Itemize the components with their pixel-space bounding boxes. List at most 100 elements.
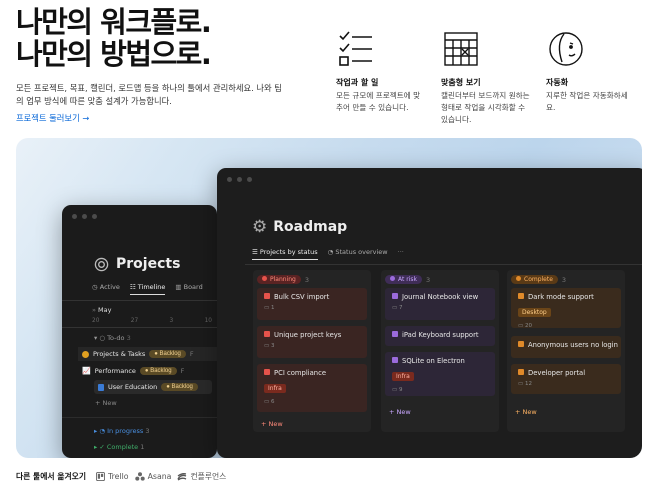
new-card-button[interactable]: + New <box>515 408 537 416</box>
tab-label: Projects by status <box>259 248 318 256</box>
timeline-row[interactable]: 📈 Performance ● Backlog F <box>78 364 217 378</box>
new-row-button[interactable]: + New <box>95 399 117 407</box>
status-pill[interactable]: Complete <box>511 275 558 284</box>
trello-icon <box>96 472 105 481</box>
feature-views: 맞춤형 보기 캘린더부터 보드까지 원하는 형태로 작업을 시각화할 수 있습니… <box>441 28 541 125</box>
card-icon <box>518 341 524 347</box>
feature-title: 작업과 할 일 <box>336 78 379 87</box>
tab-timeline[interactable]: ☷ Timeline <box>129 283 166 295</box>
roadmap-card[interactable]: Developer portal ▭ 12 <box>511 364 621 394</box>
group-in-progress[interactable]: ▸ ◔ In progress 3 <box>94 427 149 435</box>
new-label: New <box>396 408 411 416</box>
card-tag: Infra <box>392 372 414 381</box>
roadmap-card[interactable]: PCI compliance Infra ▭ 6 <box>257 364 367 412</box>
card-icon <box>264 369 270 375</box>
timeline-row[interactable]: Projects & Tasks ● Backlog F <box>78 347 217 361</box>
target-icon <box>94 257 109 271</box>
hero-title: 나만의 워크플로. 나만의 방법으로. <box>16 6 316 70</box>
status-dot-icon <box>262 276 267 281</box>
board-column: At risk 3 Journal Notebook view ▭ 7 iPad Key… <box>381 270 499 432</box>
group-label: To-do <box>107 334 125 342</box>
migrate-bar: 다른 툴에서 옮겨오기 Trello Asana 컨플루언스 <box>16 471 226 482</box>
roadmap-card[interactable]: iPad Keyboard support <box>385 326 495 346</box>
column-header: Complete 3 <box>511 275 566 284</box>
divider <box>245 264 642 265</box>
card-comments: ▭ 6 <box>264 399 360 405</box>
chart-icon: 📈 <box>82 368 91 375</box>
card-tag: Desktop <box>518 308 551 317</box>
card-icon <box>392 357 398 363</box>
tab-active[interactable]: ◷ Active <box>92 283 120 295</box>
status-label: Planning <box>270 276 296 283</box>
group-todo[interactable]: ▾ ○ To-do 3 <box>94 334 131 342</box>
card-title: Journal Notebook view <box>402 293 479 301</box>
row-label: Projects & Tasks <box>93 350 146 358</box>
feature-desc-line: 지루한 작업은 자동화하세 <box>546 91 628 100</box>
gear-icon: ⚙ <box>252 217 268 236</box>
checklist-icon <box>339 31 372 66</box>
timeline-icon: ☷ <box>129 283 138 291</box>
group-complete[interactable]: ▸ ✓ Complete 1 <box>94 443 144 451</box>
roadmap-card[interactable]: Dark mode support Desktop ▭ 20 <box>511 288 621 329</box>
comment-count: 20 <box>524 323 532 329</box>
tab-board[interactable]: ▥ Board <box>175 283 202 295</box>
card-title: Dark mode support <box>528 293 594 301</box>
status-badge: ● Backlog <box>149 350 186 358</box>
confluence-link[interactable]: 컨플루언스 <box>177 471 226 482</box>
comment-count: 7 <box>398 305 403 311</box>
comment-icon: ▭ <box>392 305 399 311</box>
status-badge: ● Backlog <box>161 383 198 391</box>
new-label: New <box>268 420 283 428</box>
status-dot-icon <box>390 276 395 281</box>
badge-text: Backlog <box>171 384 193 390</box>
trello-link[interactable]: Trello <box>96 472 129 481</box>
roadmap-card[interactable]: Bulk CSV import ▭ 1 <box>257 288 367 320</box>
comment-count: 12 <box>524 381 532 387</box>
roadmap-card[interactable]: Unique project keys ▭ 3 <box>257 326 367 358</box>
timeline-bar[interactable]: User Education ● Backlog <box>94 380 212 394</box>
new-card-button[interactable]: + New <box>261 420 283 428</box>
card-comments: ▭ 12 <box>518 381 614 387</box>
comment-count: 9 <box>398 387 403 393</box>
column-header: Planning 3 <box>257 275 309 284</box>
card-title: Unique project keys <box>274 331 342 339</box>
feature-title: 자동화 <box>546 78 569 87</box>
card-title: PCI compliance <box>274 369 327 377</box>
automation-face-icon <box>549 32 583 66</box>
feature-desc: 캘린더부터 보드까지 원하는 형태로 작업을 시각화할 수 있습니다. <box>441 90 541 125</box>
feature-desc: 지루한 작업은 자동화하세 요. <box>546 90 638 114</box>
date-label: 3 <box>169 318 174 324</box>
hero-description-line1: 모든 프로젝트, 목표, 캘린더, 로드맵 등을 하나의 툴에서 관리하세요. … <box>16 83 282 93</box>
group-count: 1 <box>140 443 145 451</box>
group-label: Complete <box>106 443 139 451</box>
tab-status-overview[interactable]: ◔ Status overview <box>328 248 388 260</box>
roadmap-card[interactable]: SQLite on Electron Infra ▭ 9 <box>385 352 495 396</box>
card-icon <box>518 293 524 299</box>
new-card-button[interactable]: + New <box>389 408 411 416</box>
group-count: 3 <box>145 427 150 435</box>
roadmap-card[interactable]: Anonymous users no login <box>511 336 621 358</box>
migrate-label: 다른 툴에서 옮겨오기 <box>16 472 86 481</box>
group-count: 3 <box>126 334 131 342</box>
feature-desc-line: 추어 만들 수 있습니다. <box>336 102 409 112</box>
card-comments: ▭ 1 <box>264 305 360 311</box>
explore-projects-link[interactable]: 프로젝트 둘러보기 → <box>16 112 89 124</box>
tool-name: Trello <box>108 472 129 481</box>
asana-link[interactable]: Asana <box>134 472 171 481</box>
feature-title: 맞춤형 보기 <box>441 78 481 87</box>
window-controls[interactable] <box>227 177 252 182</box>
comment-icon: ▭ <box>264 305 271 311</box>
feature-tasks: 작업과 할 일 모든 규모에 프로젝트에 맞 추어 만들 수 있습니다. <box>336 28 428 114</box>
status-pill[interactable]: At risk <box>385 275 422 284</box>
roadmap-card[interactable]: Journal Notebook view ▭ 7 <box>385 288 495 320</box>
feature-desc-line: 있습니다. <box>441 114 472 124</box>
comment-icon: ▭ <box>392 387 399 393</box>
tab-projects-by-status[interactable]: ☰ Projects by status <box>252 248 318 260</box>
projects-title: Projects <box>116 256 181 272</box>
window-controls[interactable] <box>72 214 97 219</box>
badge-text: Backlog <box>150 368 172 374</box>
board-icon: ▥ <box>175 283 184 291</box>
more-tabs-button[interactable]: ··· <box>398 248 404 260</box>
card-icon <box>518 369 524 375</box>
status-pill[interactable]: Planning <box>257 275 301 284</box>
